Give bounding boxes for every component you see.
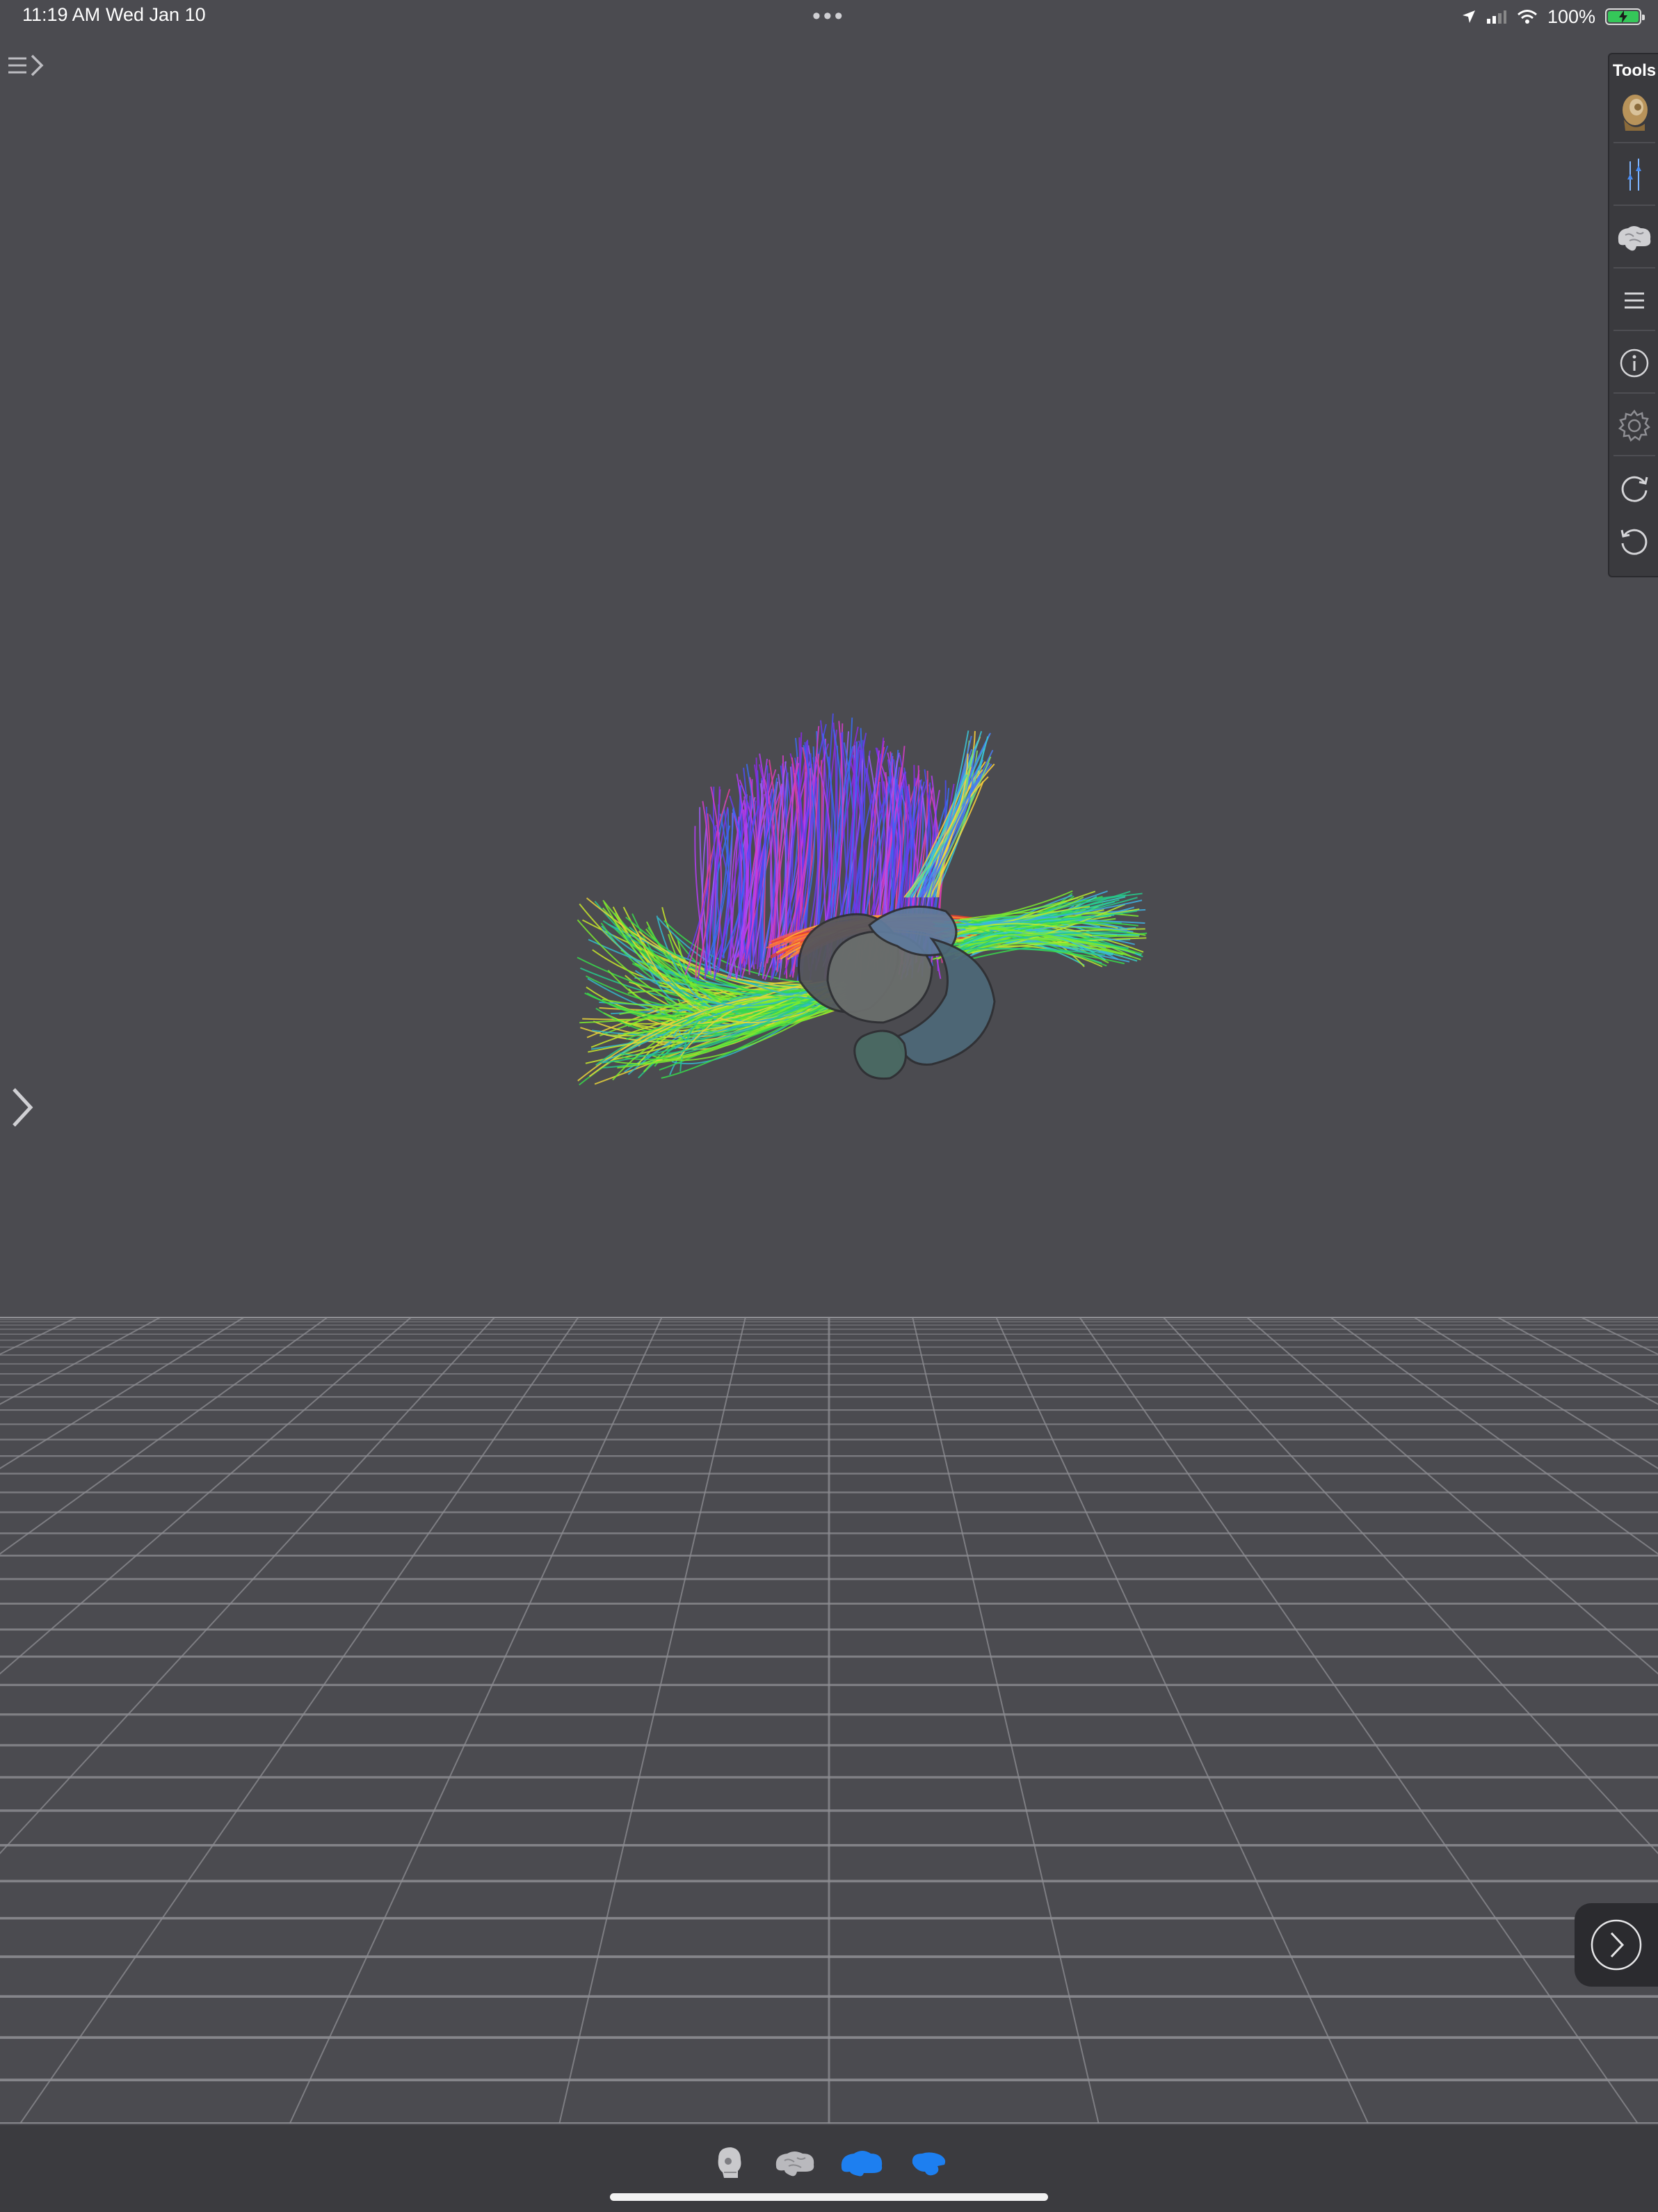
sliders-icon — [1627, 159, 1641, 191]
brain-half-icon — [912, 2152, 946, 2176]
subcortical-structure — [853, 1029, 907, 1080]
tool-list-button[interactable] — [1613, 274, 1655, 327]
grid-converging-line — [19, 1317, 579, 2124]
multitasking-dots-icon[interactable]: ••• — [812, 4, 846, 28]
tool-rotate-cw-button[interactable] — [1613, 462, 1655, 515]
head-model-icon — [1623, 95, 1648, 131]
tool-head-model-button[interactable] — [1613, 86, 1655, 139]
battery-percentage: 100% — [1547, 6, 1595, 27]
wifi-icon — [1517, 10, 1537, 24]
brain-view-button[interactable] — [771, 2144, 821, 2183]
left-panel-expand-button[interactable] — [6, 1085, 36, 1130]
hemisphere-view-button[interactable] — [837, 2144, 887, 2183]
tool-rotate-ccw-button[interactable] — [1613, 515, 1655, 568]
battery-charging-icon — [1605, 8, 1645, 25]
menu-expand-icon — [8, 54, 44, 77]
grid-converging-line — [1579, 1317, 1658, 1356]
grid-converging-line — [0, 1317, 412, 1675]
brain-icon — [1618, 226, 1651, 251]
status-indicators: 100% — [1461, 4, 1645, 29]
tool-brain-button[interactable] — [1613, 211, 1655, 264]
status-bar: 11:19 AM Wed Jan 10 ••• 100% — [0, 0, 1658, 33]
tool-settings-button[interactable] — [1613, 399, 1655, 452]
info-icon — [1620, 348, 1649, 378]
skull-icon — [718, 2147, 741, 2178]
brain-icon — [775, 2151, 814, 2177]
skull-view-button[interactable] — [704, 2144, 754, 2183]
brain-tractography-model[interactable] — [570, 689, 1175, 1127]
grid-converging-line — [1079, 1317, 1639, 2124]
chevron-right-circle-icon — [1591, 1919, 1642, 1971]
rotate-ccw-icon — [1620, 529, 1648, 555]
brain-hemisphere-icon — [841, 2151, 883, 2177]
status-time: 11:19 AM — [22, 4, 101, 25]
menu-toggle-button[interactable] — [6, 51, 50, 85]
grid-converging-line — [0, 1317, 496, 1854]
cellular-signal-icon — [1486, 10, 1506, 24]
status-date: Wed Jan 10 — [106, 4, 206, 25]
grid-converging-line — [0, 1317, 79, 1356]
grid-converging-line — [995, 1317, 1369, 2124]
grid-converging-line — [289, 1317, 663, 2124]
tools-title: Tools — [1612, 61, 1657, 80]
home-indicator[interactable] — [610, 2193, 1048, 2201]
grid-converging-line — [1496, 1317, 1658, 1405]
grid-converging-line — [558, 1317, 746, 2124]
perspective-grid-floor — [0, 1317, 1658, 2124]
next-button[interactable] — [1575, 1903, 1658, 1987]
grid-converging-line — [912, 1317, 1100, 2124]
grid-converging-line — [0, 1317, 162, 1405]
grid-converging-line — [1246, 1317, 1658, 1675]
tools-panel: Tools — [1608, 53, 1658, 577]
list-icon — [1625, 292, 1644, 309]
tool-sliders-button[interactable] — [1613, 149, 1655, 202]
tool-info-button[interactable] — [1613, 337, 1655, 390]
gear-icon — [1618, 409, 1650, 442]
rotate-cw-icon — [1621, 476, 1648, 502]
grid-converging-line — [1162, 1317, 1658, 1854]
chevron-right-icon — [13, 1088, 33, 1127]
half-brain-view-button[interactable] — [904, 2144, 954, 2183]
location-icon — [1462, 10, 1475, 23]
